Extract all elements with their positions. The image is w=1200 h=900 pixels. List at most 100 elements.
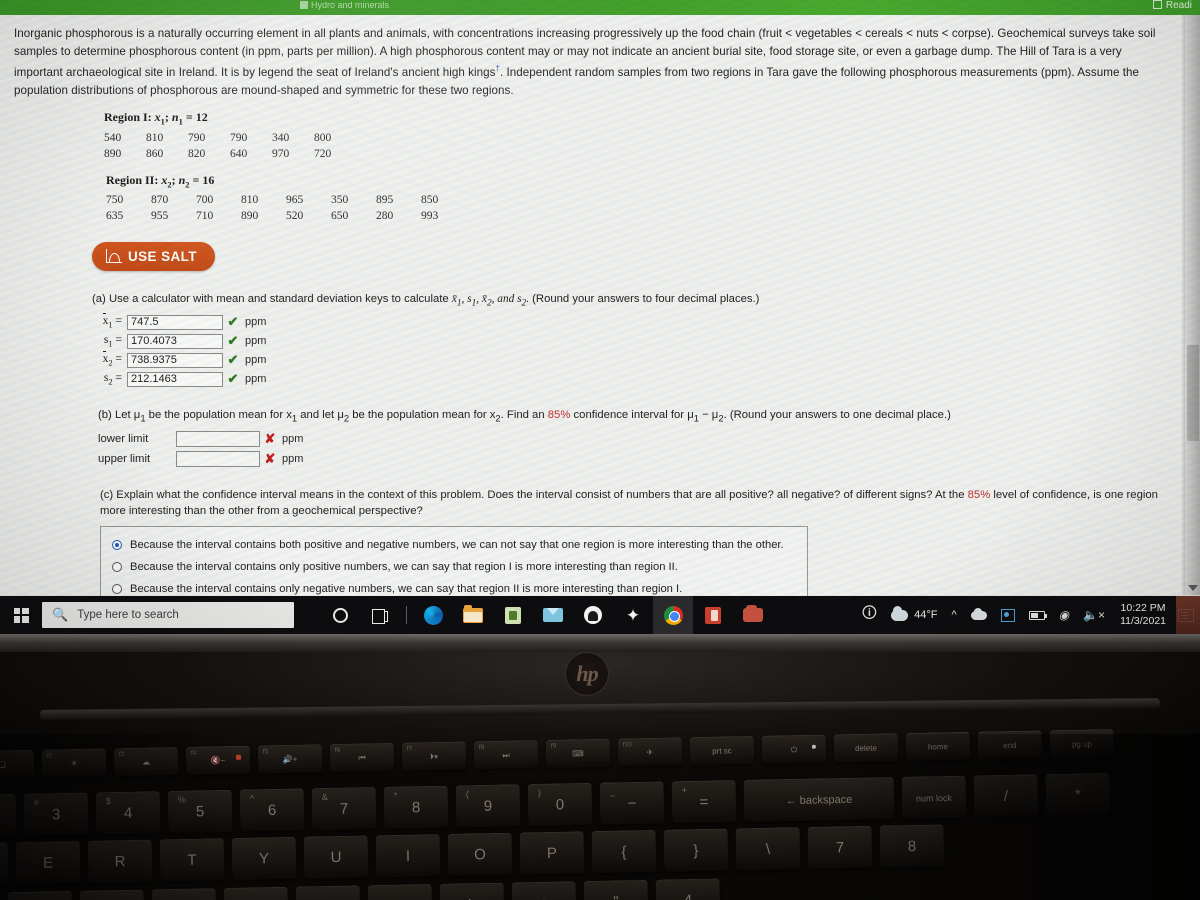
scroll-down-arrow-icon[interactable] [1188, 585, 1198, 591]
key-backslash[interactable]: \ [735, 827, 801, 871]
weather-widget[interactable]: 44°F [884, 605, 944, 621]
browser-reading-list-button[interactable]: Readi [1152, 0, 1192, 15]
key-quote[interactable]: " [583, 879, 649, 900]
key-d[interactable]: D [7, 890, 73, 900]
radio-button-selected[interactable] [112, 539, 122, 550]
key-w[interactable]: W [0, 842, 9, 886]
taskbar-app-dropbox[interactable]: ✦ [613, 596, 653, 634]
key-i[interactable]: I [375, 834, 441, 878]
taskbar-app-microsoft-store[interactable] [493, 596, 533, 634]
key-7[interactable]: & 7 [311, 786, 377, 831]
key-t[interactable]: T [159, 838, 225, 882]
key-delete[interactable]: delete [833, 733, 899, 763]
key-f3[interactable]: f3 ☁ [113, 746, 179, 777]
key-numpad-8[interactable]: 8 [879, 824, 945, 868]
scrollbar-thumb[interactable] [1187, 345, 1199, 441]
key-g[interactable]: G [151, 888, 217, 900]
key-backspace[interactable]: ← backspace [743, 777, 895, 822]
taskbar-app-microsoft-edge[interactable] [413, 596, 453, 634]
key-4[interactable]: $4 [95, 791, 161, 835]
key-bracket-right[interactable]: } [663, 828, 729, 872]
s1-unit: ppm [245, 335, 267, 348]
key-r[interactable]: R [87, 839, 153, 883]
s2-input[interactable]: 212.1463 [127, 371, 223, 387]
key-9[interactable]: (9 [455, 784, 521, 828]
key-bracket-left[interactable]: { [591, 829, 657, 874]
key-num-lock[interactable]: num lock [901, 775, 967, 819]
key-f5[interactable]: f5 🔊+ [257, 744, 323, 774]
key-k[interactable]: K [367, 884, 433, 900]
radio-button[interactable] [112, 561, 122, 572]
key-p[interactable]: P [519, 831, 585, 875]
key-y[interactable]: Y [231, 836, 297, 881]
key-o[interactable]: O [447, 832, 513, 876]
key-f9[interactable]: f9 ⌨ [545, 738, 611, 768]
key-f1[interactable]: f1❑ [0, 749, 35, 779]
radio-option-2[interactable]: Because the interval contains only posit… [110, 560, 798, 574]
key-numpad-multiply[interactable]: * [1045, 772, 1111, 817]
upper-limit-input[interactable] [176, 450, 260, 467]
key-equals[interactable]: + = [671, 780, 737, 824]
taskbar-app-microsoft-office[interactable] [693, 596, 733, 634]
key-home[interactable]: home [905, 731, 971, 762]
region-1-label: Region I: [104, 110, 155, 125]
volume-tray-button[interactable]: 🔈× [1076, 608, 1112, 622]
key-u[interactable]: U [303, 835, 369, 879]
battery-tray-button[interactable] [1022, 610, 1052, 620]
key-f10[interactable]: f10 ✈ [617, 737, 683, 767]
key-f6[interactable]: f6 ⏮ [329, 742, 395, 773]
key-numpad-7-home[interactable]: 7 [807, 825, 873, 870]
radio-option-3[interactable]: Because the interval contains only negat… [110, 582, 798, 596]
key-e[interactable]: E [15, 840, 81, 885]
sync-tray-icon-button[interactable] [994, 608, 1022, 622]
taskbar-app-mail[interactable] [533, 596, 573, 634]
key-l[interactable]: L [439, 882, 505, 900]
key-f8[interactable]: f8 ⏭ [473, 740, 539, 770]
use-salt-button[interactable]: USE SALT [92, 242, 215, 272]
key-numpad-divide[interactable]: / [973, 774, 1039, 818]
network-tray-button[interactable]: ◉ [1052, 608, 1076, 622]
tray-overflow-button[interactable]: ^ [944, 609, 963, 621]
key-f7[interactable]: f7 ⏵⏸ [401, 741, 467, 771]
start-button[interactable] [0, 607, 42, 623]
use-salt-label: USE SALT [128, 249, 197, 265]
radio-option-1[interactable]: Because the interval contains both posit… [110, 538, 798, 552]
page-scrollbar[interactable] [1184, 15, 1200, 595]
key-power[interactable]: ⏻ [761, 734, 827, 764]
xbar2-input[interactable]: 738.9375 [127, 352, 223, 368]
cortana-button[interactable] [320, 596, 360, 634]
lower-limit-input[interactable] [176, 430, 260, 447]
key-h[interactable]: H [223, 886, 289, 900]
key-f[interactable]: F [79, 889, 145, 900]
taskbar-app-headphones[interactable] [573, 596, 613, 634]
taskbar-app-file-explorer[interactable] [453, 596, 493, 634]
key-j[interactable]: J [295, 885, 361, 900]
help-tray-button[interactable]: 🛈 [855, 603, 884, 628]
clock[interactable]: 10:22 PM 11/3/2021 [1112, 602, 1174, 628]
key-8[interactable]: * 8 [383, 785, 449, 829]
browser-tab-partial[interactable]: Hydro and minerals [300, 0, 389, 10]
key-5[interactable]: % 5 [167, 789, 233, 833]
key-page-up[interactable]: pg up [1049, 729, 1115, 759]
key-f4-mute[interactable]: f4 🔇− [185, 745, 251, 775]
s1-input[interactable]: 170.4073 [127, 333, 223, 349]
key-print-screen[interactable]: prt sc [689, 735, 755, 766]
task-view-button[interactable] [360, 596, 400, 634]
onedrive-tray-icon-button[interactable] [964, 607, 994, 620]
xbar1-input[interactable]: 747.5 [127, 314, 223, 330]
taskbar-app-google-chrome[interactable] [653, 596, 693, 634]
key-end[interactable]: end [977, 730, 1043, 760]
key-0[interactable]: ) 0 [527, 782, 593, 827]
search-input[interactable]: 🔍 Type here to search [42, 602, 294, 628]
browser-tab-strip[interactable]: Hydro and minerals Readi [0, 0, 1200, 15]
key-minus[interactable]: _ − [599, 781, 665, 825]
key-semicolon[interactable]: : [511, 881, 577, 900]
region-2-n-value: = 16 [189, 172, 215, 187]
key-f2[interactable]: f2 ☀ [41, 748, 107, 778]
taskbar-app-toolbox[interactable] [733, 596, 773, 634]
key-2[interactable]: @2 [0, 793, 17, 838]
key-numpad-4[interactable]: 4 [655, 878, 721, 900]
key-6[interactable]: ^ 6 [239, 788, 305, 832]
radio-button[interactable] [112, 583, 122, 594]
key-3[interactable]: #3 [23, 792, 89, 836]
